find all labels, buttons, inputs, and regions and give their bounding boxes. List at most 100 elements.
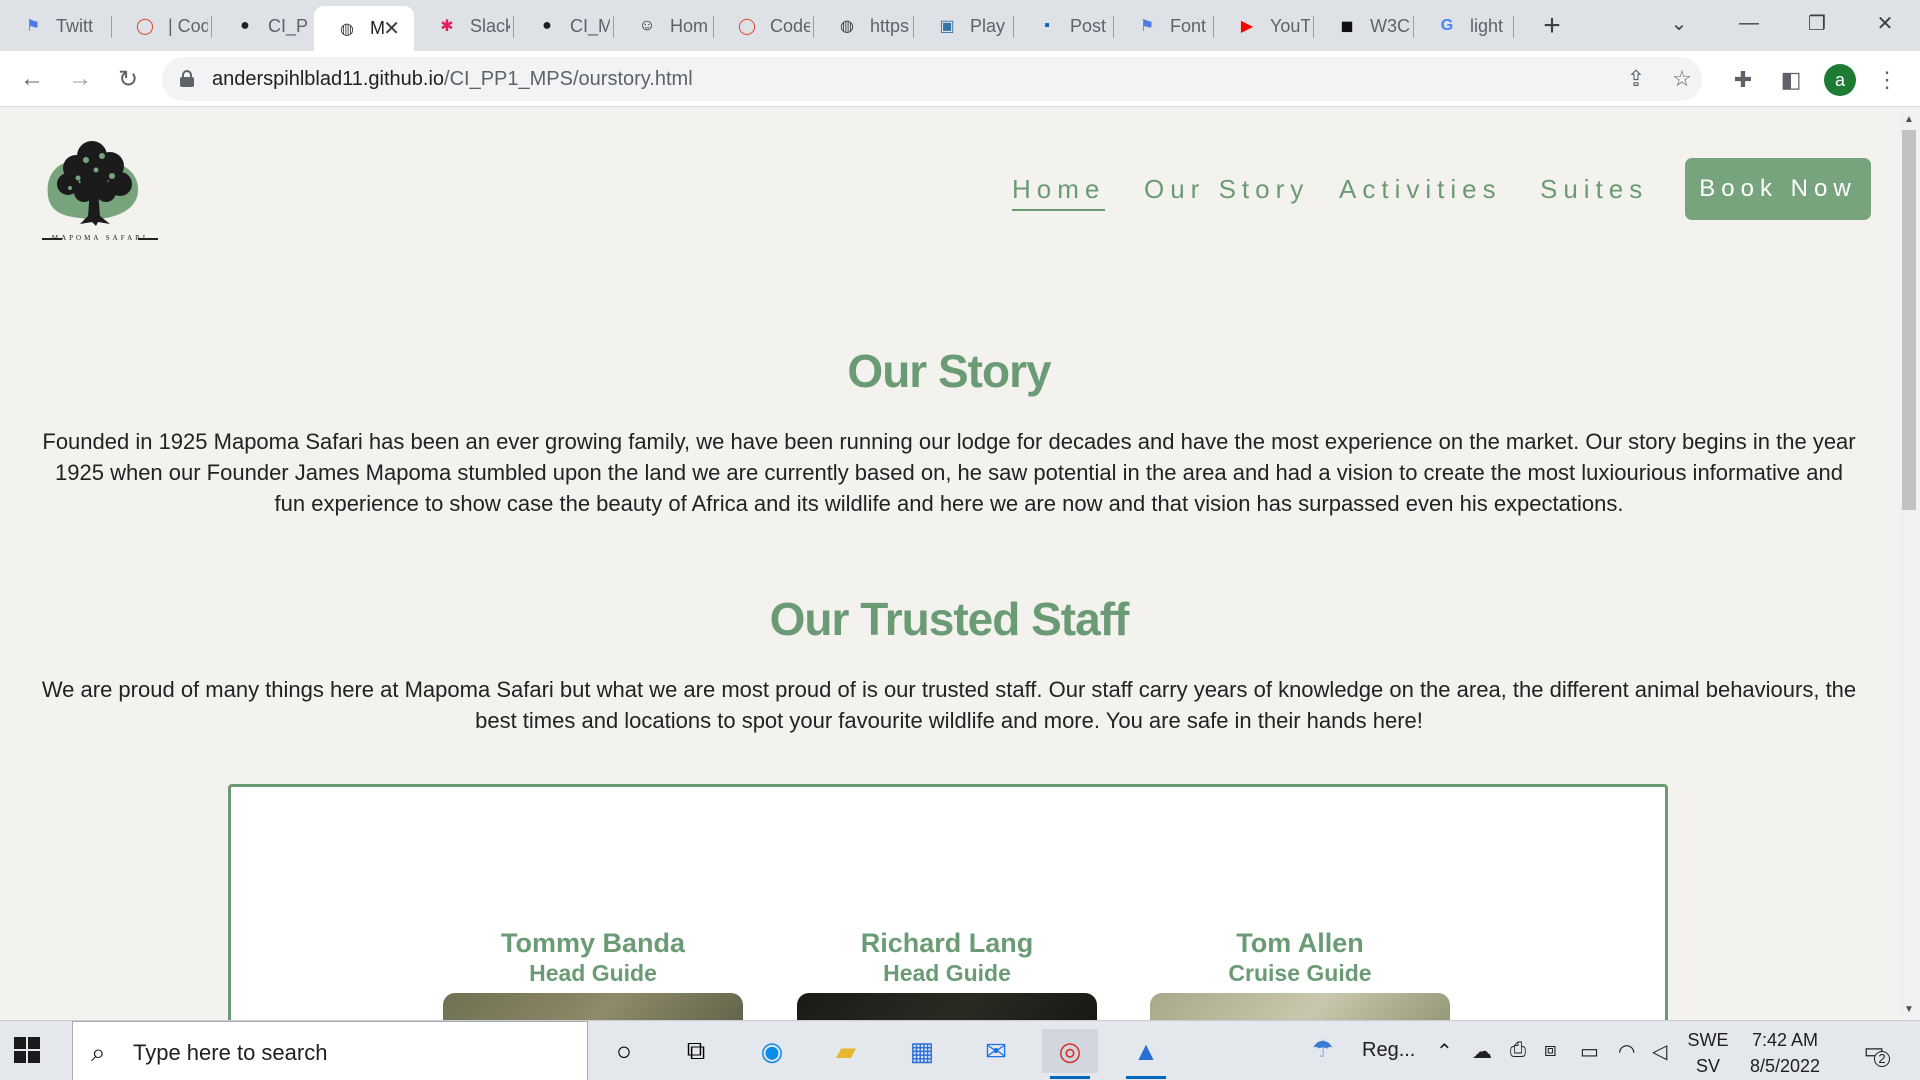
mail-icon[interactable]: ✉ bbox=[968, 1029, 1024, 1073]
browser-tab[interactable]: ● CI_M bbox=[514, 6, 614, 46]
network-share-icon[interactable]: ⧈ bbox=[1544, 1039, 1557, 1062]
restore-button[interactable]: ❐ bbox=[1782, 0, 1852, 46]
language-indicator[interactable]: SWE SV bbox=[1686, 1027, 1730, 1079]
browser-tab[interactable]: ▣ Play bbox=[914, 6, 1014, 46]
meet-now-icon[interactable]: ⎙ bbox=[1510, 1039, 1526, 1062]
onedrive-icon[interactable]: ☁ bbox=[1472, 1039, 1492, 1064]
staff-name: Richard Lang bbox=[860, 928, 1034, 958]
browser-tab[interactable]: ◯ Code bbox=[714, 6, 814, 46]
browser-toolbar: ← → ↻ anderspihlblad11.github.io/CI_PP1_… bbox=[0, 51, 1920, 107]
browser-tab[interactable]: ● CI_PF bbox=[212, 6, 312, 46]
github-icon: ● bbox=[542, 17, 552, 34]
our-story-text: Founded in 1925 Mapoma Safari has been a… bbox=[42, 429, 1856, 516]
youtube-icon: ▶ bbox=[1240, 18, 1254, 35]
weather-text[interactable]: Reg... bbox=[1362, 1039, 1415, 1062]
minimize-button[interactable]: — bbox=[1714, 0, 1784, 46]
logo-rule-left bbox=[42, 238, 62, 240]
staff-photo bbox=[1150, 993, 1450, 1020]
task-view-icon[interactable]: ⧉ bbox=[668, 1029, 724, 1073]
tree-logo-icon bbox=[47, 141, 139, 226]
wifi-icon[interactable]: ◠ bbox=[1618, 1039, 1635, 1064]
photos-icon[interactable]: ▲ bbox=[1118, 1029, 1174, 1079]
file-explorer-icon[interactable]: ▰ bbox=[818, 1029, 874, 1073]
w3c-icon: ◼ bbox=[1340, 18, 1354, 35]
extensions-icon[interactable]: ✚ bbox=[1728, 65, 1758, 95]
browser-tab[interactable]: ◍ https bbox=[814, 6, 914, 46]
tab-title: CI_PF bbox=[268, 15, 308, 36]
edge-icon[interactable]: ◉ bbox=[744, 1029, 800, 1073]
scrollbar-thumb[interactable] bbox=[1902, 130, 1916, 510]
show-hidden-icons-icon[interactable]: ⌃ bbox=[1436, 1039, 1453, 1064]
close-tab-icon[interactable]: ✕ bbox=[383, 16, 400, 41]
weather-icon[interactable]: ☂ bbox=[1312, 1035, 1334, 1064]
tab-title: | Cod bbox=[168, 15, 208, 36]
browser-tab[interactable]: G light bbox=[1414, 6, 1514, 46]
browser-tab[interactable]: ◼ W3C bbox=[1314, 6, 1414, 46]
battery-icon[interactable]: ▭ bbox=[1580, 1039, 1599, 1064]
tab-title: YouT bbox=[1270, 15, 1310, 36]
menu-icon[interactable]: ⋮ bbox=[1872, 65, 1902, 95]
globe-icon: ◍ bbox=[840, 18, 854, 35]
chrome-icon[interactable]: ◎ bbox=[1042, 1029, 1098, 1079]
store-icon[interactable]: ▦ bbox=[894, 1029, 950, 1073]
github-icon: ● bbox=[240, 17, 250, 34]
nav-home[interactable]: Home bbox=[1012, 174, 1106, 211]
clock-time: 7:42 AM bbox=[1751, 1030, 1819, 1050]
url-host: anderspihlblad11.github.io bbox=[212, 68, 445, 90]
share-icon[interactable]: ⇪ bbox=[1622, 65, 1650, 93]
address-bar[interactable]: anderspihlblad11.github.io/CI_PP1_MPS/ou… bbox=[162, 57, 1702, 101]
side-panel-icon[interactable]: ◧ bbox=[1776, 65, 1806, 95]
url-text[interactable]: anderspihlblad11.github.io/CI_PP1_MPS/ou… bbox=[212, 68, 693, 91]
browser-tab[interactable]: ☺ Hom bbox=[614, 6, 714, 46]
nav-suites[interactable]: Suites bbox=[1540, 174, 1648, 205]
windows-taskbar: ⌕ Type here to search ○ ⧉ ◉ ▰ ▦ ✉ ◎ ▲ ☂ … bbox=[0, 1020, 1920, 1080]
profile-avatar[interactable]: a bbox=[1824, 64, 1856, 96]
tab-title: Post bbox=[1070, 15, 1107, 36]
smiley-icon: ☺ bbox=[638, 17, 656, 34]
staff-role: Head Guide bbox=[883, 960, 1011, 986]
close-window-button[interactable]: ✕ bbox=[1850, 0, 1920, 46]
new-tab-button[interactable]: + bbox=[1534, 8, 1570, 44]
nav-our-story[interactable]: Our Story bbox=[1144, 174, 1309, 205]
browser-tab[interactable]: ⚑ Font bbox=[1114, 6, 1214, 46]
page-scrollbar[interactable]: ▲ ▼ bbox=[1898, 108, 1920, 1020]
our-story-heading: Our Story bbox=[847, 345, 1051, 397]
staff-photo bbox=[443, 993, 743, 1020]
tab-search-icon[interactable]: ⌄ bbox=[1644, 0, 1714, 46]
back-button[interactable]: ← bbox=[14, 61, 50, 97]
staff-text: We are proud of many things here at Mapo… bbox=[41, 677, 1857, 733]
url-path: /CI_PP1_MPS/ourstory.html bbox=[444, 68, 693, 90]
browser-tab-active[interactable]: ◍ M ✕ bbox=[314, 6, 414, 51]
flag-icon: ⚑ bbox=[25, 18, 41, 35]
browser-tab[interactable]: ✱ Slack bbox=[414, 6, 514, 46]
nav-activities[interactable]: Activities bbox=[1339, 174, 1502, 205]
staff-member: Richard Lang Head Guide bbox=[797, 927, 1097, 1020]
notification-center-icon[interactable]: ▭ 2 bbox=[1856, 1035, 1892, 1067]
page-viewport: MAPOMA SAFARI Home Our Story Activities … bbox=[0, 108, 1898, 1020]
staff-name: Tom Allen bbox=[1236, 928, 1364, 958]
windows-start-icon[interactable] bbox=[14, 1037, 40, 1063]
book-now-button[interactable]: Book Now bbox=[1685, 158, 1871, 220]
browser-tab[interactable]: ▪ Post bbox=[1014, 6, 1114, 46]
browser-tab[interactable]: ▶ YouT bbox=[1214, 6, 1314, 46]
python-icon: ▣ bbox=[939, 18, 955, 35]
clock[interactable]: 7:42 AM 8/5/2022 bbox=[1740, 1027, 1830, 1079]
forward-button[interactable]: → bbox=[62, 61, 98, 97]
tab-title: M bbox=[370, 18, 384, 38]
codewars-icon: ◯ bbox=[136, 18, 154, 35]
tab-title: Code bbox=[770, 15, 810, 36]
cortana-icon[interactable]: ○ bbox=[596, 1029, 652, 1073]
taskbar-search[interactable]: ⌕ Type here to search bbox=[72, 1021, 588, 1080]
staff-role: Cruise Guide bbox=[1228, 960, 1372, 986]
volume-icon[interactable]: ◁ bbox=[1652, 1039, 1667, 1064]
browser-tab[interactable]: ◯ | Cod bbox=[112, 6, 212, 46]
scroll-up-arrow-icon[interactable]: ▲ bbox=[1898, 110, 1920, 128]
reload-button[interactable]: ↻ bbox=[110, 61, 146, 97]
lock-icon[interactable] bbox=[180, 70, 194, 87]
browser-tab[interactable]: ⚑ Twitt bbox=[0, 6, 112, 46]
site-logo[interactable]: MAPOMA SAFARI bbox=[40, 126, 160, 256]
bookmark-star-icon[interactable]: ☆ bbox=[1668, 65, 1696, 93]
globe-icon: ◍ bbox=[340, 20, 354, 38]
scroll-down-arrow-icon[interactable]: ▼ bbox=[1898, 1000, 1920, 1018]
tab-title: Twitt bbox=[56, 15, 94, 36]
